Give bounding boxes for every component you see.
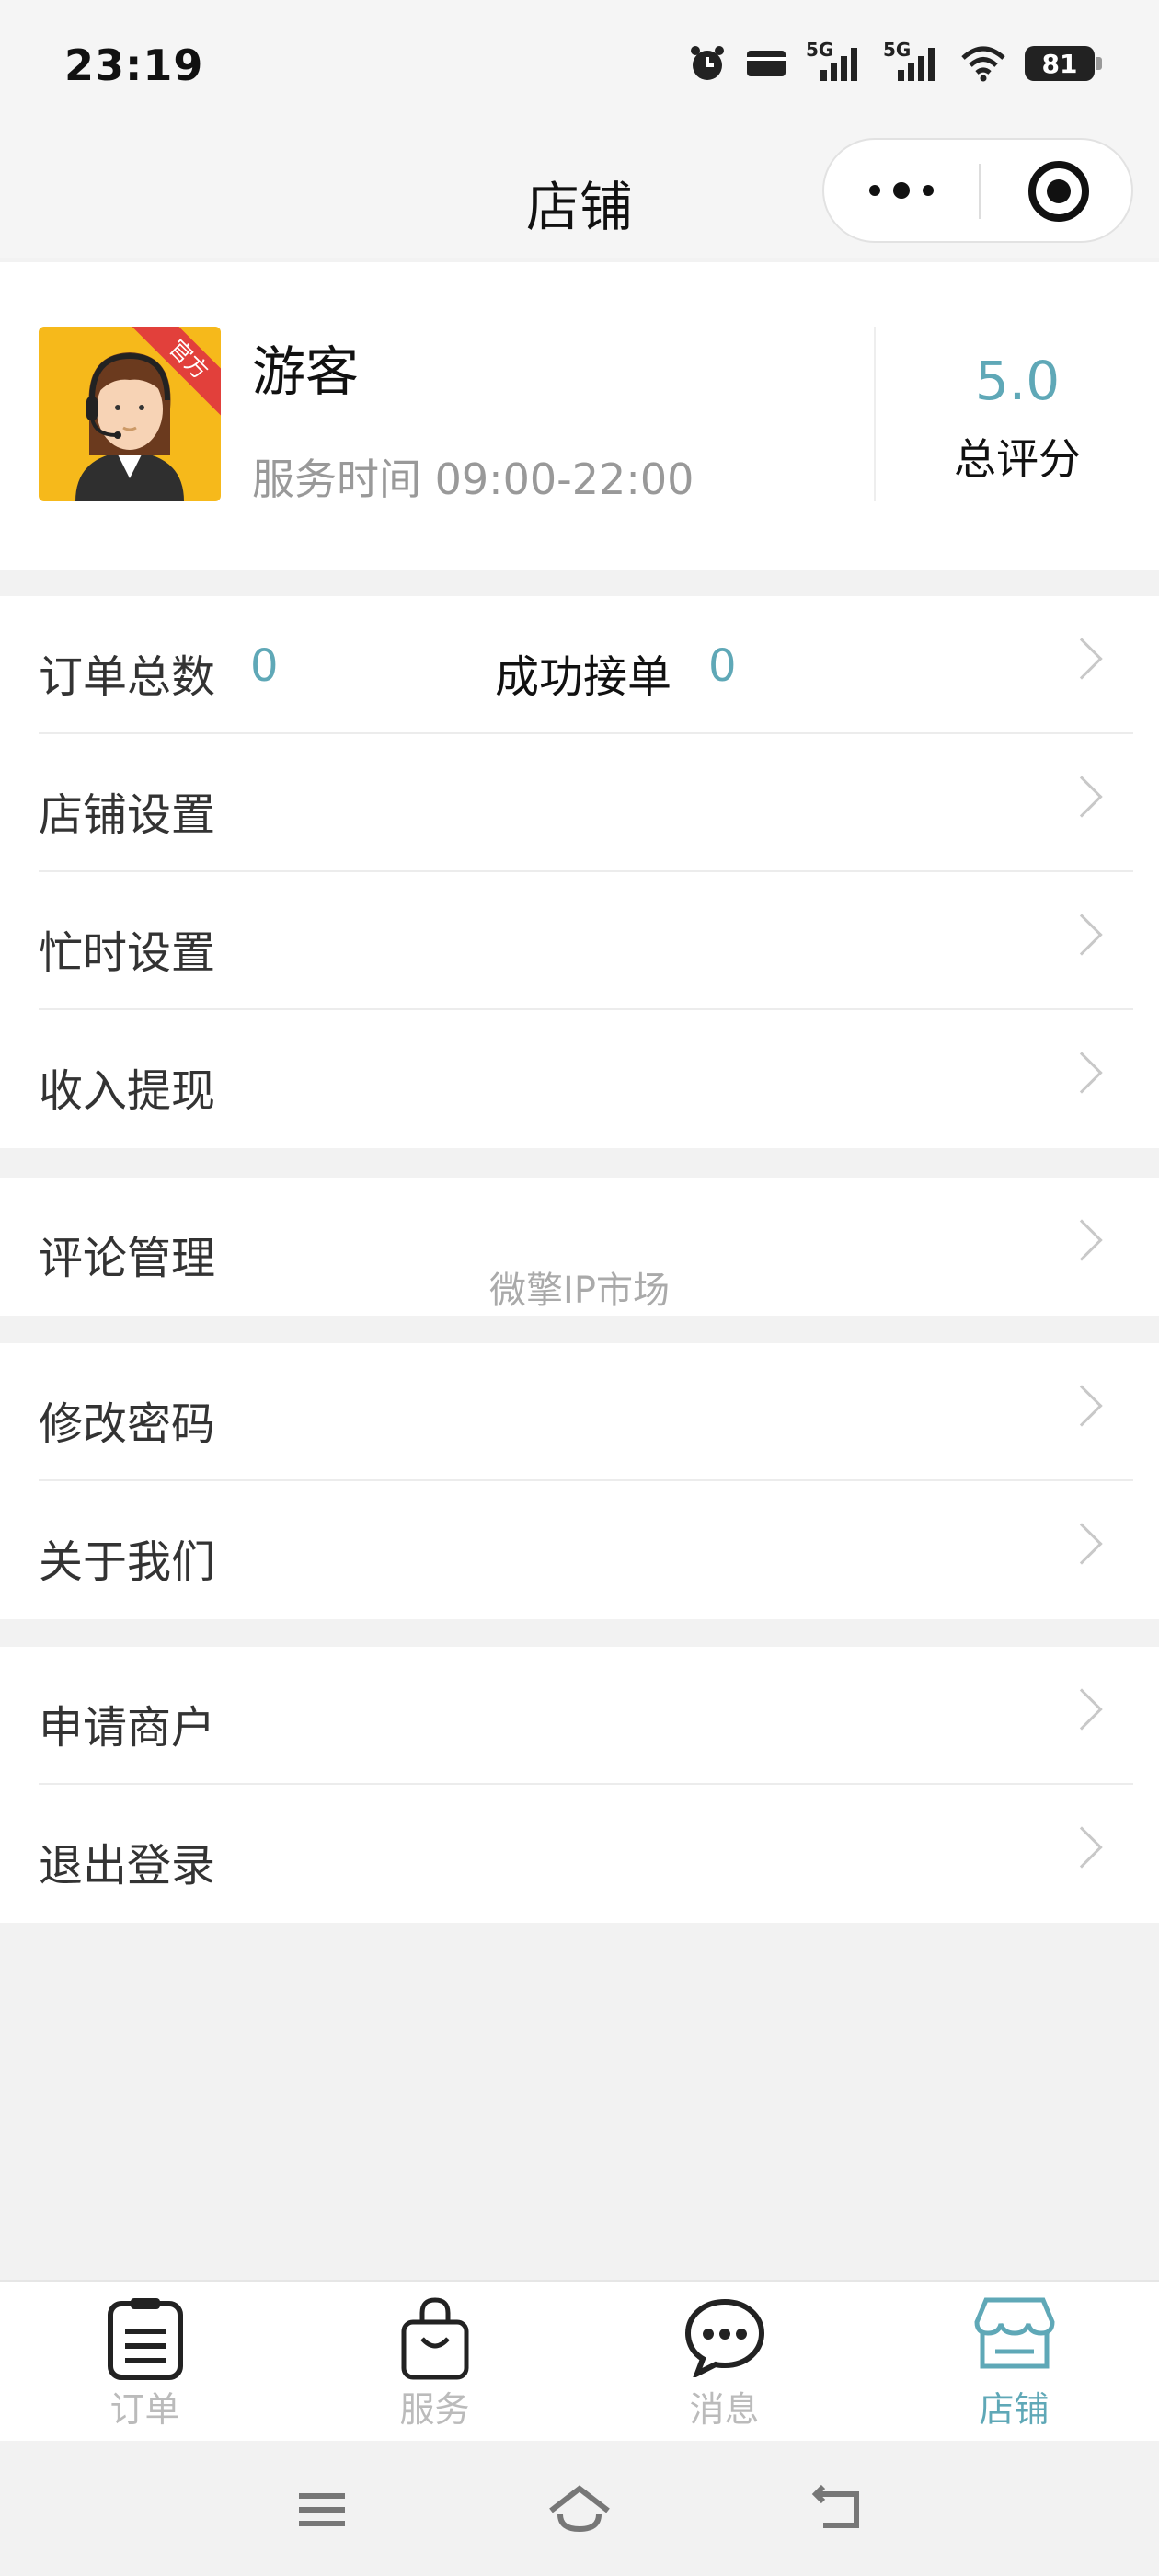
menu-icon[interactable] <box>281 2468 363 2551</box>
home-icon[interactable] <box>538 2468 621 2551</box>
chevron-right-icon <box>1061 1826 1103 1869</box>
chevron-right-icon <box>1061 776 1103 818</box>
menu-item-label: 忙时设置 <box>39 927 216 979</box>
status-time: 23:19 <box>64 40 204 90</box>
wifi-icon <box>961 46 1005 82</box>
order-total-value: 0 <box>250 640 279 692</box>
menu-item-shop-settings[interactable]: 店铺设置 <box>0 734 1159 872</box>
alarm-icon <box>691 46 724 80</box>
chevron-right-icon <box>1061 1688 1103 1731</box>
rating-label: 总评分 <box>954 434 1081 484</box>
watermark: 微擎IP市场 <box>489 1270 670 1312</box>
chevron-right-icon <box>1061 1219 1103 1261</box>
menu-item-label: 申请商户 <box>39 1702 216 1754</box>
order-total-label: 订单总数 <box>39 651 216 703</box>
menu-group-account: 修改密码 关于我们 <box>0 1343 1159 1619</box>
menu-group-shop: 订单总数 0 成功接单 0 店铺设置 忙时设置 收入提现 <box>0 596 1159 1148</box>
chevron-right-icon <box>1061 914 1103 956</box>
system-nav-bar <box>0 2441 1159 2576</box>
clipboard-icon <box>107 2298 183 2380</box>
miniprogram-capsule <box>822 138 1133 243</box>
chevron-right-icon <box>1061 638 1103 680</box>
chat-bubble-icon <box>684 2298 764 2377</box>
success-orders-label: 成功接单 <box>495 651 672 703</box>
more-dots-icon[interactable] <box>824 140 979 241</box>
battery-level: 81 <box>1041 48 1078 79</box>
shop-profile-card: 官方 游客 服务时间 09:00-22:00 5.0 总评分 <box>0 262 1159 570</box>
menu-item-label: 关于我们 <box>39 1536 216 1588</box>
target-icon[interactable] <box>1028 161 1089 222</box>
menu-item-withdraw[interactable]: 收入提现 <box>0 1010 1159 1148</box>
chevron-right-icon <box>1061 1385 1103 1427</box>
chevron-right-icon <box>1061 1052 1103 1094</box>
capsule-divider <box>979 164 981 219</box>
card-icon <box>747 51 786 76</box>
tab-orders[interactable]: 订单 <box>0 2282 290 2443</box>
chevron-right-icon <box>1061 1523 1103 1565</box>
back-icon[interactable] <box>796 2468 878 2551</box>
shopping-bag-icon <box>401 2297 468 2380</box>
status-icons: 5G 5G 81 <box>688 39 1102 83</box>
signal-5g-icon: 5G <box>883 39 942 83</box>
tab-services[interactable]: 服务 <box>290 2282 580 2443</box>
menu-item-label: 店铺设置 <box>39 789 216 841</box>
tab-label: 店铺 <box>979 2389 1050 2430</box>
menu-item-label: 收入提现 <box>39 1065 216 1117</box>
tab-label: 订单 <box>109 2389 180 2430</box>
service-time: 服务时间 09:00-22:00 <box>252 454 694 504</box>
tab-label: 服务 <box>399 2389 470 2430</box>
signal-5g-icon: 5G <box>806 39 865 83</box>
shop-name: 游客 <box>252 340 360 403</box>
menu-item-label: 退出登录 <box>39 1840 216 1892</box>
order-stats-row[interactable]: 订单总数 0 成功接单 0 <box>0 596 1159 734</box>
menu-item-logout[interactable]: 退出登录 <box>0 1785 1159 1923</box>
menu-item-change-password[interactable]: 修改密码 <box>0 1343 1159 1481</box>
navbar: 店铺 <box>0 138 1159 258</box>
tab-messages[interactable]: 消息 <box>580 2282 869 2443</box>
menu-item-apply-merchant[interactable]: 申请商户 <box>0 1647 1159 1785</box>
avatar: 官方 <box>39 327 221 501</box>
menu-item-busy-settings[interactable]: 忙时设置 <box>0 872 1159 1010</box>
menu-item-about-us[interactable]: 关于我们 <box>0 1481 1159 1619</box>
tab-store[interactable]: 店铺 <box>869 2282 1159 2443</box>
battery-icon: 81 <box>1025 46 1102 81</box>
tab-label: 消息 <box>689 2389 760 2430</box>
menu-item-label: 修改密码 <box>39 1398 216 1450</box>
store-icon <box>973 2297 1055 2369</box>
success-orders-value: 0 <box>708 640 737 692</box>
rating-value: 5.0 <box>974 350 1061 412</box>
bottom-tab-bar: 订单 服务 消息 店铺 <box>0 2280 1159 2441</box>
status-bar: 23:19 5G 5G 81 <box>0 0 1159 138</box>
menu-group-merchant: 申请商户 退出登录 <box>0 1647 1159 1923</box>
